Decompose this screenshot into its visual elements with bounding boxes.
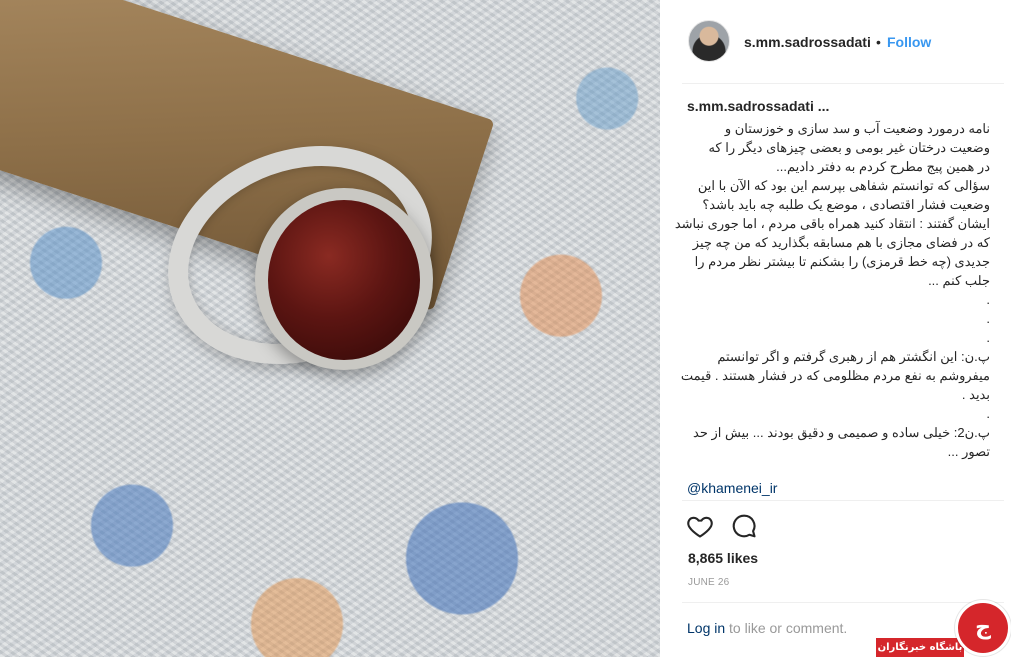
watermark-logo-text: ج xyxy=(975,615,991,640)
caption-line: جلب کنم ... xyxy=(928,273,990,288)
comment-icon[interactable] xyxy=(730,512,758,540)
caption-line: سؤالی که توانستم شفاهی بپرسم این بود که … xyxy=(697,178,990,193)
header-divider xyxy=(682,83,1004,84)
watermark-logo: ج xyxy=(955,600,1011,656)
watermark-bar: باشگاه خبرنگاران xyxy=(876,638,964,657)
caption-line: در همین پیج مطرح کردم به دفتر دادیم... xyxy=(776,159,990,174)
caption-line: تصور ... xyxy=(947,444,990,459)
caption-line: . xyxy=(986,311,990,326)
caption-line: پ.ن2: خیلی ساده و صمیمی و دقیق بودند ...… xyxy=(693,425,990,440)
caption-line: وضعیت فشار اقتصادی ، موضع یک طلبه چه بای… xyxy=(702,197,990,212)
avatar[interactable] xyxy=(688,20,730,62)
post-date[interactable]: JUNE 26 xyxy=(688,577,729,588)
mention-link[interactable]: @khamenei_ir xyxy=(687,480,777,496)
login-prompt: Log in to like or comment. xyxy=(687,620,847,636)
caption-line: پ.ن: این انگشتر هم از رهبری گرفتم و اگر … xyxy=(717,349,990,364)
caption-line: جدیدی (چه خط قرمزی) را بشکنم تا بیشتر نظ… xyxy=(694,254,990,269)
separator-dot: • xyxy=(876,34,881,50)
ring-stone xyxy=(268,200,420,360)
caption-line: میفروشم به نفع مردم مظلومی که در فشار هس… xyxy=(680,368,990,383)
caption-line: . xyxy=(986,292,990,307)
post-header: s.mm.sadrossadati • Follow xyxy=(660,0,1011,84)
caption-line: وضعیت درختان غیر بومی و بعضی چیزهای دیگر… xyxy=(708,140,990,155)
caption-text: نامه درمورد وضعیت آب و سد سازی و خوزستان… xyxy=(674,119,990,461)
heart-icon[interactable] xyxy=(686,512,714,540)
login-link[interactable]: Log in xyxy=(687,620,725,636)
caption-username[interactable]: s.mm.sadrossadati ... xyxy=(687,98,829,114)
header-username[interactable]: s.mm.sadrossadati xyxy=(744,34,871,50)
caption-line: نامه درمورد وضعیت آب و سد سازی و خوزستان… xyxy=(724,121,990,136)
post-panel: s.mm.sadrossadati • Follow s.mm.sadrossa… xyxy=(660,0,1011,657)
likes-count[interactable]: 8,865 likes xyxy=(688,550,758,566)
caption-divider xyxy=(682,500,1004,501)
footer-divider xyxy=(682,602,1004,603)
caption-line: ایشان گفتند : انتقاد کنید همراه باقی مرد… xyxy=(674,216,990,231)
caption-line: . xyxy=(986,330,990,345)
caption-line: . xyxy=(986,406,990,421)
login-prompt-text: to like or comment. xyxy=(725,620,848,636)
caption-line: بدید . xyxy=(961,387,990,402)
follow-button[interactable]: Follow xyxy=(887,34,931,50)
post-photo xyxy=(0,0,660,657)
caption-line: که در فضای مجازی با هم مسابقه بگذارید که… xyxy=(692,235,990,250)
